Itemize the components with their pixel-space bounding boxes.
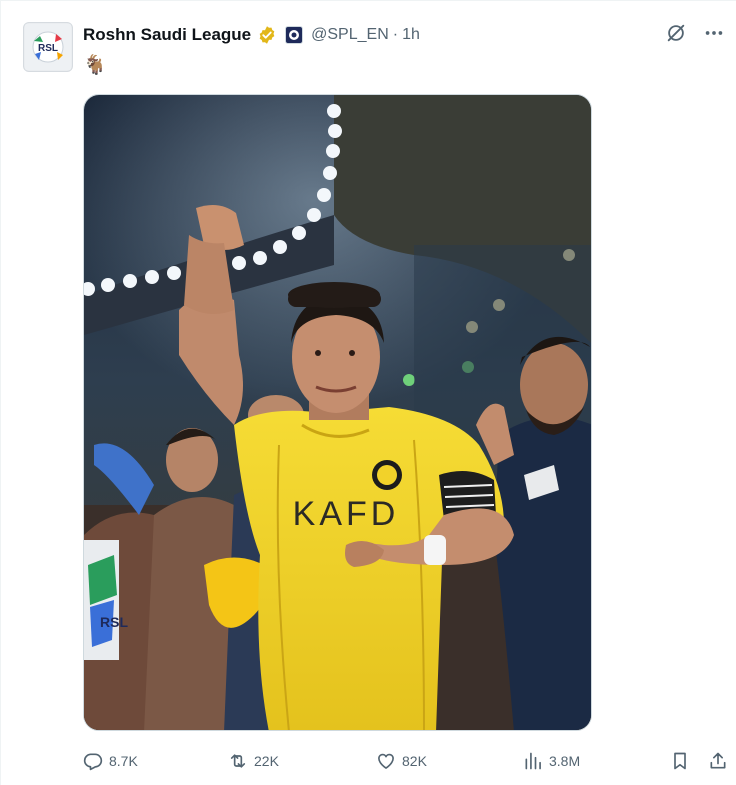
like-count: 82K [402, 753, 427, 769]
photo-icon: RSL KAFD [84, 95, 591, 730]
repost-count: 22K [254, 753, 279, 769]
share-icon [710, 752, 726, 769]
repost-icon [230, 754, 246, 768]
account-handle[interactable]: @SPL_EN [311, 26, 389, 44]
separator-dot: · [392, 26, 399, 43]
heart-icon [378, 753, 394, 769]
display-name[interactable]: Roshn Saudi League [83, 25, 251, 45]
reply-count: 8.7K [109, 753, 138, 769]
views-icon [525, 752, 541, 770]
grok-button[interactable] [664, 21, 688, 45]
header-actions [664, 21, 726, 45]
avatar[interactable]: RSL [23, 22, 73, 72]
bookmark-button[interactable] [670, 747, 690, 775]
view-count: 3.8M [549, 753, 581, 769]
affiliate-badge-icon[interactable] [285, 26, 304, 44]
gold-verified-badge-icon[interactable] [257, 25, 277, 45]
tweet-text: 🐐 [83, 55, 107, 76]
rsl-patch-text: RSL [100, 614, 128, 630]
bookmark-icon [674, 752, 686, 770]
more-button[interactable] [702, 21, 726, 45]
like-button[interactable]: 82K [376, 747, 427, 775]
tweet-header: Roshn Saudi League @SPL_EN · 1h [83, 23, 420, 47]
views-button[interactable]: 3.8M [523, 747, 580, 775]
more-icon [705, 31, 723, 35]
rsl-logo-icon: RSL [25, 24, 71, 70]
repost-button[interactable]: 22K [228, 747, 279, 775]
share-button[interactable] [708, 747, 728, 775]
tweet-photo[interactable]: RSL KAFD [83, 94, 592, 731]
timestamp[interactable]: 1h [402, 26, 420, 44]
reply-button[interactable]: 8.7K [83, 747, 138, 775]
grok-icon [667, 24, 685, 42]
reply-icon [83, 753, 103, 771]
tweet-card[interactable]: RSL Roshn Saudi League @SPL_EN · 1h 🐐 RS… [0, 0, 736, 785]
avatar-logo-text: RSL [38, 43, 58, 54]
tweet-actions: 8.7K 22K 82K 3.8M [83, 747, 733, 775]
jersey-sponsor-text: KAFD [293, 495, 400, 533]
